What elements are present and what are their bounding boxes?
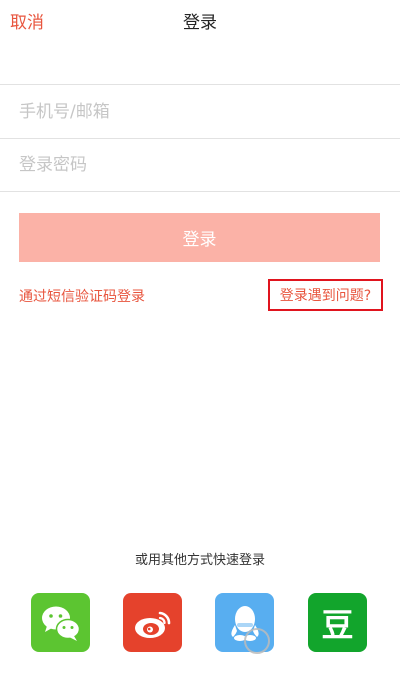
wechat-icon xyxy=(41,606,80,641)
password-input[interactable] xyxy=(19,139,400,191)
password-field-row xyxy=(0,138,400,192)
login-form xyxy=(0,84,400,192)
login-button[interactable]: 登录 xyxy=(19,213,380,262)
weibo-login-button[interactable] xyxy=(123,593,182,652)
watermark xyxy=(244,628,270,654)
sms-login-link[interactable]: 通过短信验证码登录 xyxy=(19,286,145,306)
page-title: 登录 xyxy=(183,13,217,33)
login-problem-link[interactable]: 登录遇到问题? xyxy=(268,279,383,311)
wechat-login-button[interactable] xyxy=(31,593,90,652)
watermark-logo-icon xyxy=(244,628,270,654)
other-login-title: 或用其他方式快速登录 xyxy=(134,553,265,568)
weibo-icon xyxy=(134,611,170,638)
douban-login-button[interactable]: 豆 xyxy=(308,593,367,652)
douban-icon: 豆 xyxy=(321,605,354,644)
login-problem-label: 登录遇到问题? xyxy=(279,288,372,304)
account-field-row xyxy=(0,84,400,138)
account-input[interactable] xyxy=(19,85,400,138)
nav-bar: 取消 登录 xyxy=(0,0,400,40)
